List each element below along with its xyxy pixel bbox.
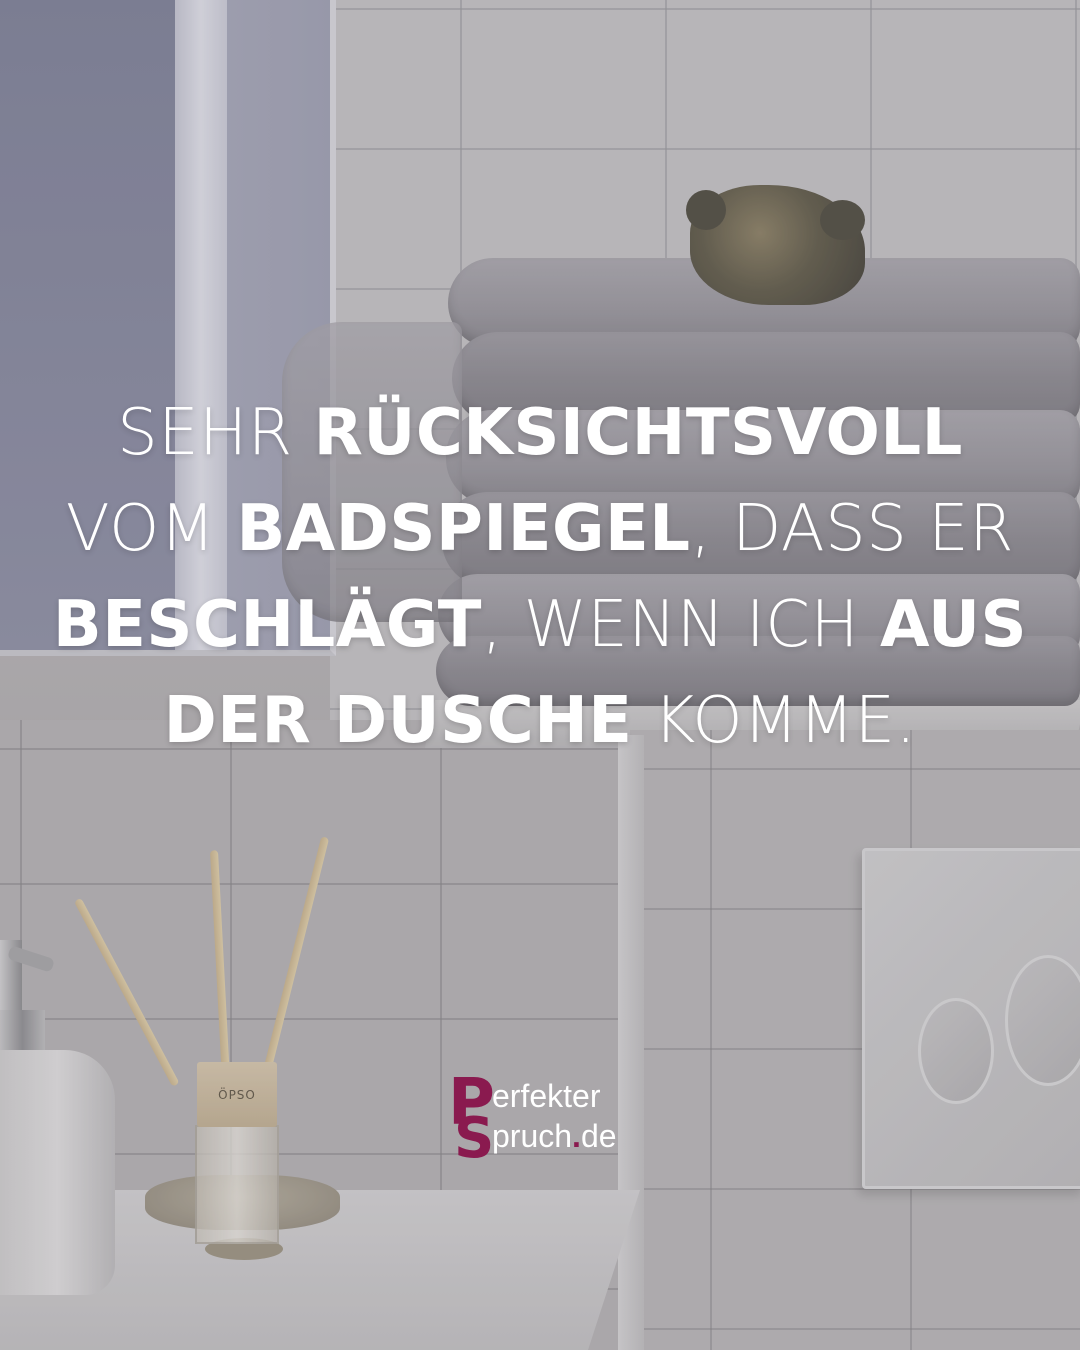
logo-word: pruch	[492, 1118, 573, 1154]
perfekter-spruch-logo: P S erfekter pruch.de	[448, 1071, 648, 1175]
quote-segment: AUS	[879, 588, 1028, 662]
quote-segment: , WENN ICH	[481, 588, 880, 662]
logo-letter-s: S	[454, 1106, 495, 1171]
background-photo: ÖPSO SEHR RÜCKSICHTSVOLL VOM BADSPIEGEL,…	[0, 0, 1080, 1350]
quote-text: SEHR RÜCKSICHTSVOLL VOM BADSPIEGEL, DASS…	[0, 385, 1080, 769]
quote-segment: DER DUSCHE	[163, 684, 633, 758]
quote-line-1: SEHR RÜCKSICHTSVOLL	[0, 385, 1080, 481]
quote-segment: , DASS ER	[690, 492, 1015, 566]
logo-dot: .	[572, 1118, 581, 1154]
quote-segment: BADSPIEGEL	[236, 492, 691, 566]
quote-segment: KOMME.	[632, 684, 917, 758]
quote-segment: VOM	[65, 492, 237, 566]
logo-text-line-2: pruch.de	[492, 1119, 617, 1153]
quote-segment: RÜCKSICHTSVOLL	[313, 396, 963, 470]
quote-segment: SEHR	[117, 396, 314, 470]
logo-tld: de	[580, 1118, 617, 1154]
quote-segment: BESCHLÄGT	[52, 588, 482, 662]
logo-text-line-1: erfekter	[492, 1078, 601, 1114]
quote-line-2: VOM BADSPIEGEL, DASS ER	[0, 481, 1080, 577]
quote-line-3: BESCHLÄGT, WENN ICH AUS	[0, 577, 1080, 673]
quote-line-4: DER DUSCHE KOMME.	[0, 673, 1080, 769]
